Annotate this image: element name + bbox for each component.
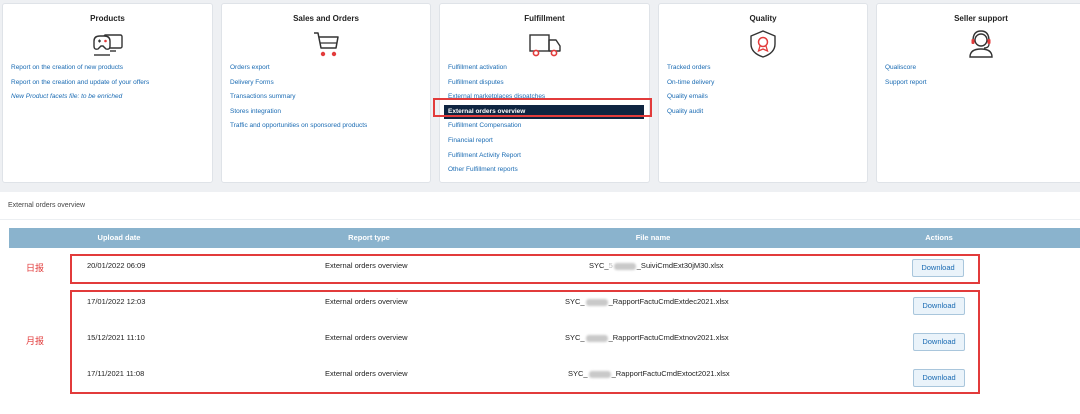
link-new-products-report[interactable]: Report on the creation of new products <box>11 61 149 76</box>
card-title-sales: Sales and Orders <box>293 14 359 23</box>
link-financial-report[interactable]: Financial report <box>448 134 644 149</box>
link-other-fulfillment-reports[interactable]: Other Fulfillment reports <box>448 163 644 178</box>
annotation-label-daily: 日报 <box>26 264 45 274</box>
card-title-quality: Quality <box>749 14 777 23</box>
shopping-cart-icon <box>314 32 339 57</box>
link-fulfillment-compensation[interactable]: Fulfillment Compensation <box>448 119 644 134</box>
header-actions: Actions <box>925 233 953 242</box>
delivery-truck-icon <box>528 34 561 57</box>
card-title-products: Products <box>90 14 125 23</box>
link-quality-emails[interactable]: Quality emails <box>667 90 714 105</box>
card-seller-support: Seller support Qualiscore Support report <box>876 3 1080 183</box>
annotation-box-monthly <box>70 290 980 394</box>
card-sales-orders: Sales and Orders Orders export Delivery … <box>221 3 431 183</box>
highlight-box-fulfillment-link <box>433 98 652 117</box>
link-tracked-orders[interactable]: Tracked orders <box>667 61 714 76</box>
link-transactions-summary[interactable]: Transactions summary <box>230 90 367 105</box>
headset-support-icon <box>969 30 993 58</box>
card-products: Products Report on the creation of new p… <box>2 3 213 183</box>
gamepad-computer-icon <box>92 34 123 56</box>
link-fulfillment-activation[interactable]: Fulfillment activation <box>448 61 644 76</box>
annotation-label-monthly: 月报 <box>26 337 45 347</box>
header-upload-date: Upload date <box>97 233 141 242</box>
link-fulfillment-activity-report[interactable]: Fulfillment Activity Report <box>448 149 644 164</box>
header-report-type: Report type <box>348 233 390 242</box>
link-quality-audit[interactable]: Quality audit <box>667 105 714 120</box>
report-categories: Products Report on the creation of new p… <box>0 0 1080 186</box>
quality-badge-icon <box>750 30 776 58</box>
link-orders-export[interactable]: Orders export <box>230 61 367 76</box>
card-quality: Quality Tracked orders On-time delivery … <box>658 3 868 183</box>
card-title-fulfillment: Fulfillment <box>524 14 565 23</box>
link-support-report[interactable]: Support report <box>885 76 927 91</box>
annotation-box-daily <box>70 254 980 284</box>
external-orders-section: External orders overview Upload date Rep… <box>0 192 1080 414</box>
link-on-time-delivery[interactable]: On-time delivery <box>667 76 714 91</box>
link-qualiscore[interactable]: Qualiscore <box>885 61 927 76</box>
link-product-facets[interactable]: New Product facets file: to be enriched <box>11 90 149 105</box>
section-title: External orders overview <box>8 202 86 209</box>
header-file-name: File name <box>635 233 671 242</box>
link-sponsored-products[interactable]: Traffic and opportunities on sponsored p… <box>230 119 367 134</box>
link-stores-integration[interactable]: Stores integration <box>230 105 367 120</box>
link-offers-report[interactable]: Report on the creation and update of you… <box>11 76 149 91</box>
table-header: Upload date Report type File name Action… <box>9 228 1080 248</box>
section-divider <box>0 219 1080 220</box>
card-title-support: Seller support <box>954 14 1008 23</box>
link-fulfillment-disputes[interactable]: Fulfillment disputes <box>448 76 644 91</box>
card-fulfillment: Fulfillment Fulfillment activation Fulfi… <box>439 3 650 183</box>
link-delivery-forms[interactable]: Delivery Forms <box>230 76 367 91</box>
